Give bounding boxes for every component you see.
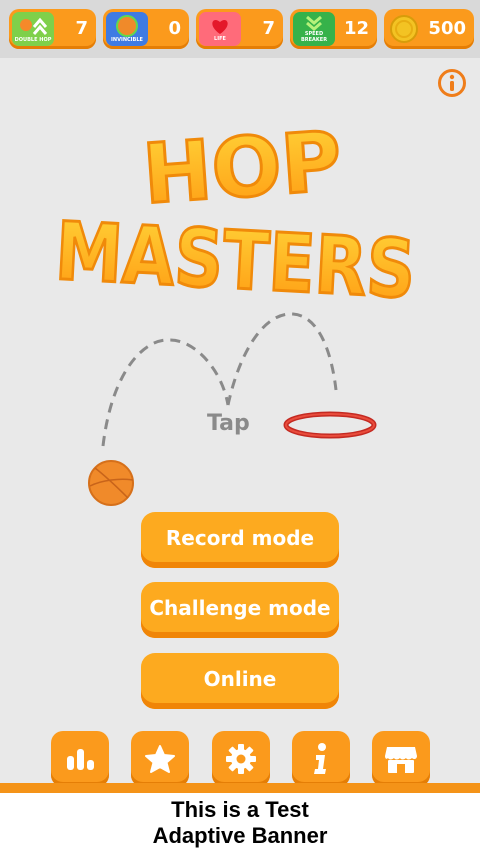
powerup-speed-breaker[interactable]: SPEED BREAKER 12 [290, 9, 377, 49]
invincible-icon: INVINCIBLE [106, 12, 148, 46]
double-hop-caption: DOUBLE HOP [14, 37, 52, 43]
powerup-double-hop[interactable]: DOUBLE HOP 7 [9, 9, 96, 49]
shop-button[interactable] [372, 731, 430, 787]
shop-icon [385, 747, 417, 773]
life-count: 7 [262, 18, 275, 39]
double-hop-count: 7 [75, 18, 88, 39]
speed-breaker-icon: SPEED BREAKER [293, 12, 335, 46]
footer-divider [0, 783, 480, 793]
gear-icon [226, 744, 256, 774]
speed-breaker-chevrons [306, 15, 322, 31]
star-icon [145, 745, 175, 773]
invincible-count: 0 [168, 18, 181, 39]
leaderboard-button[interactable] [51, 731, 109, 787]
invincible-ball [116, 15, 138, 37]
dashed-arc-2 [226, 312, 338, 406]
record-mode-button[interactable]: Record mode [141, 512, 339, 568]
favorites-button[interactable] [131, 731, 189, 787]
tap-hint: Tap [207, 411, 250, 436]
invincible-caption: INVINCIBLE [111, 37, 143, 43]
title-line2: MASTERS [53, 205, 417, 308]
basketball-icon [88, 460, 134, 506]
ad-banner[interactable]: This is a Test Adaptive Banner [0, 793, 480, 851]
tutorial-illustration [88, 312, 377, 506]
leaderboard-icon [67, 749, 94, 770]
banner-line1: This is a Test [171, 797, 309, 822]
info-icon[interactable] [437, 68, 467, 98]
coin-counter[interactable]: 500 [384, 9, 474, 49]
life-caption: LIFE [214, 36, 226, 42]
coin-icon [390, 15, 418, 43]
powerup-invincible[interactable]: INVINCIBLE 0 [103, 9, 189, 49]
speed-breaker-caption: SPEED BREAKER [300, 31, 328, 43]
speed-breaker-count: 12 [343, 18, 369, 39]
game-title-logo: HOP MASTERS [52, 118, 419, 308]
heart-icon [212, 20, 228, 34]
challenge-mode-button[interactable]: Challenge mode [141, 582, 339, 638]
banner-line2: Adaptive Banner [152, 823, 328, 848]
settings-button[interactable] [212, 731, 270, 787]
double-hop-icon: DOUBLE HOP [12, 12, 54, 46]
info-button[interactable] [292, 731, 350, 787]
life-icon: LIFE [199, 12, 241, 46]
online-button[interactable]: Online [141, 653, 339, 709]
powerup-life[interactable]: LIFE 7 [196, 9, 283, 49]
coin-count: 500 [428, 18, 466, 39]
info-icon [314, 743, 326, 774]
title-line1: HOP [140, 118, 345, 223]
double-hop-arrows [20, 17, 48, 35]
